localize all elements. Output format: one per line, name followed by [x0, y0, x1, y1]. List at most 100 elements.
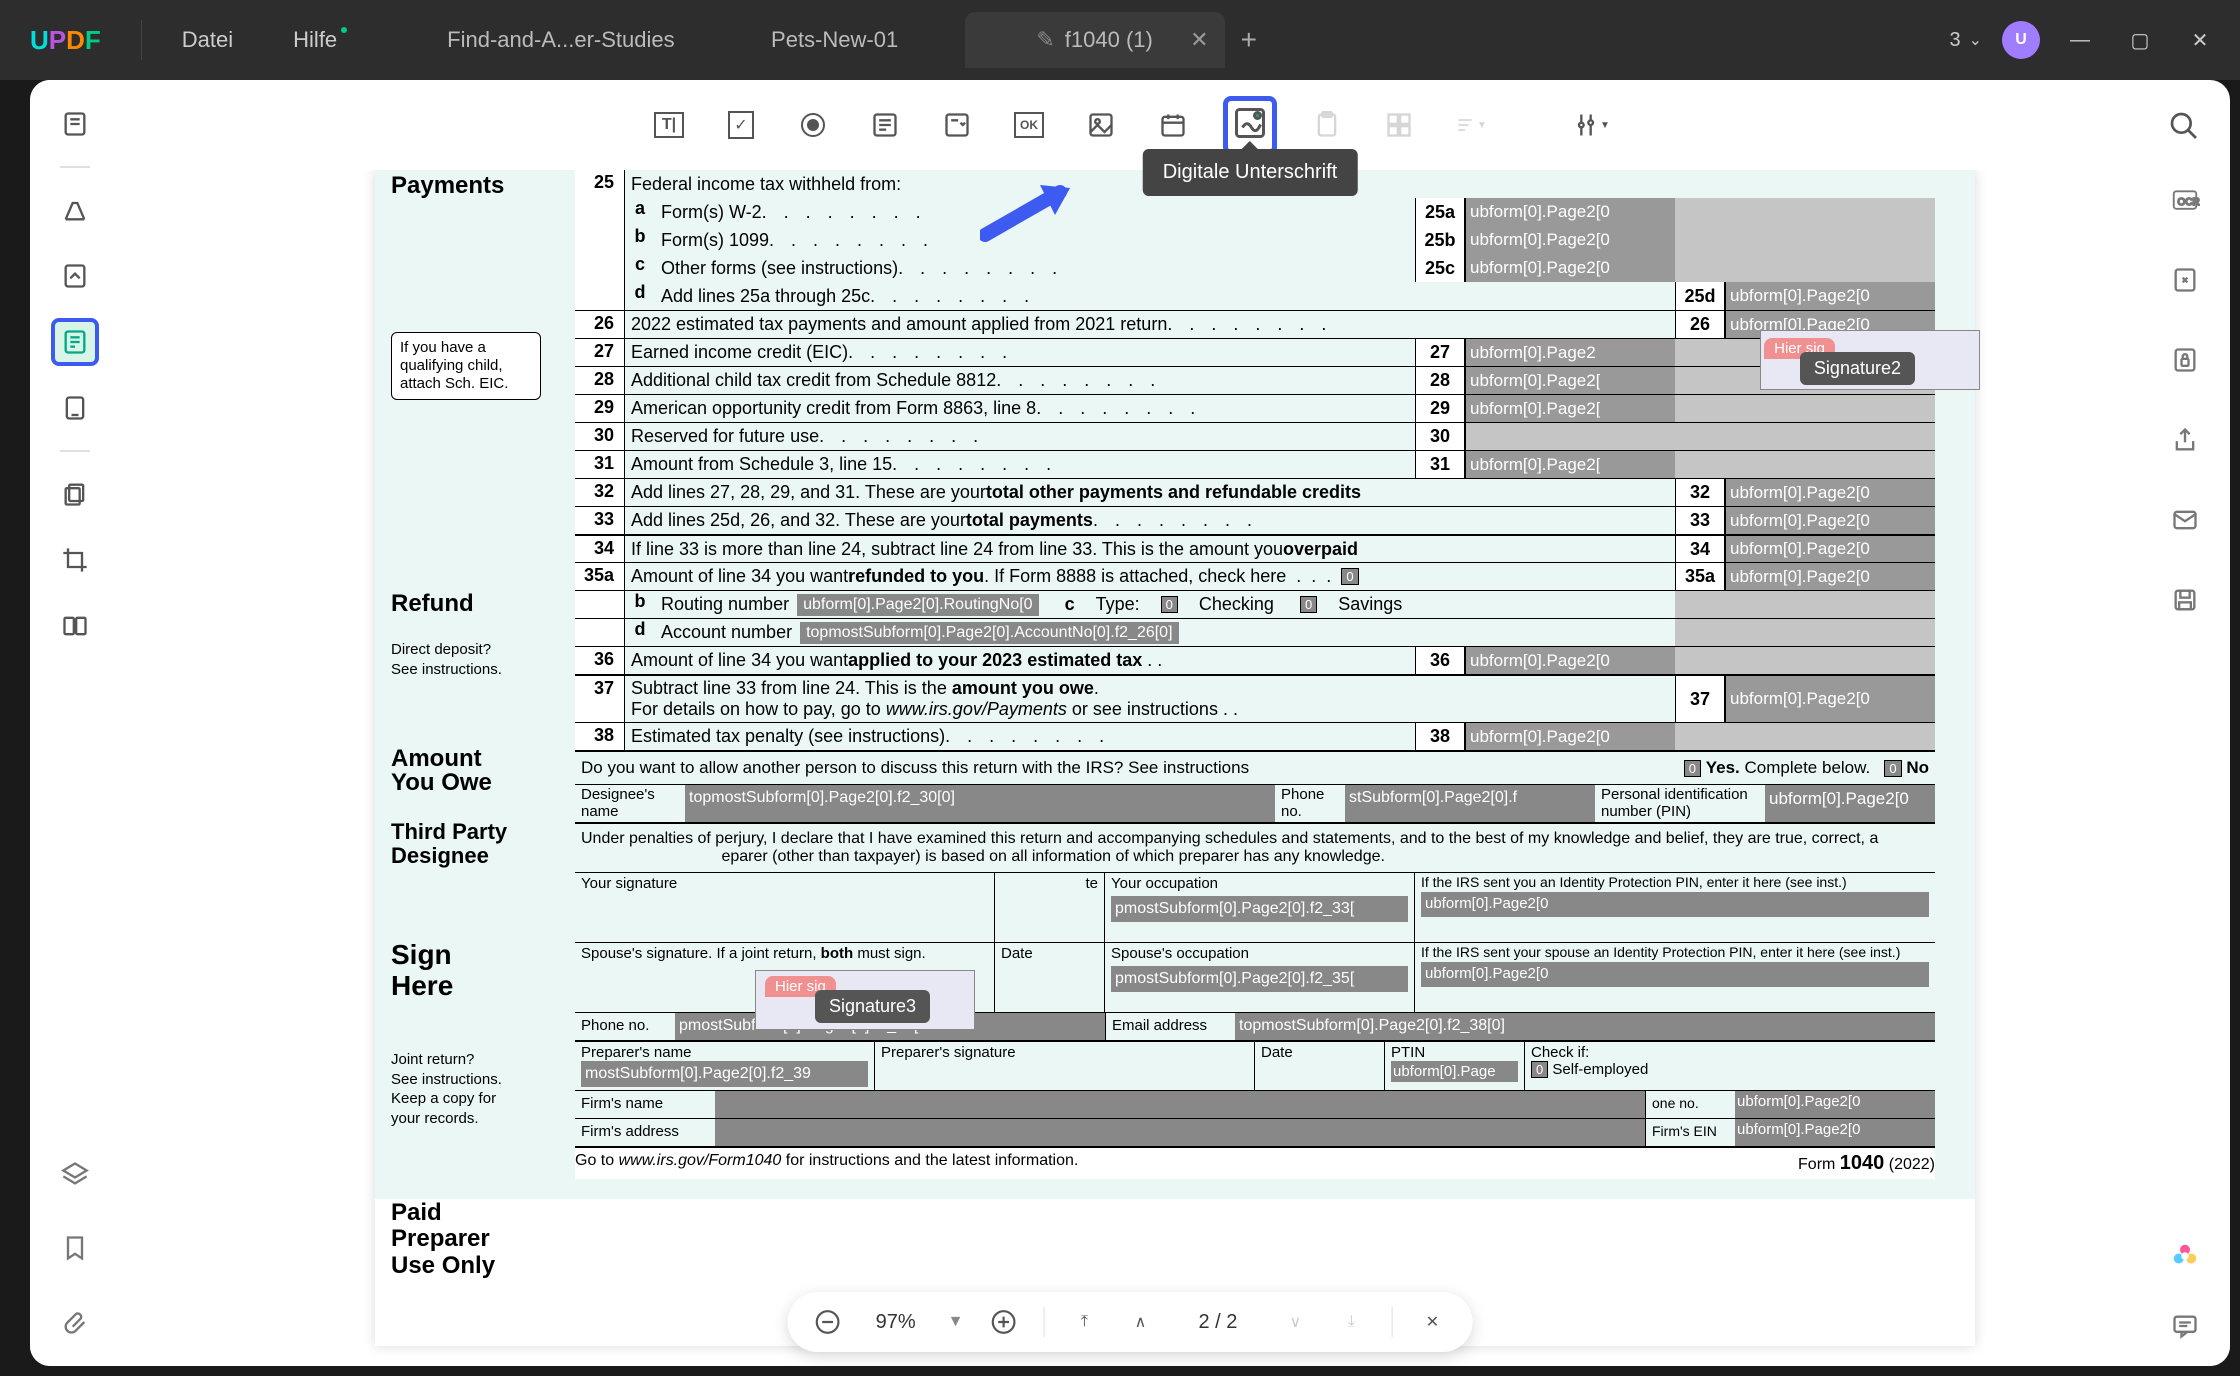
date-field-icon[interactable]: [1151, 103, 1195, 147]
field-35a[interactable]: ubform[0].Page2[0: [1725, 563, 1935, 590]
convert-icon[interactable]: [2165, 260, 2205, 300]
field-account[interactable]: topmostSubform[0].Page2[0].AccountNo[0].…: [800, 622, 1178, 644]
maximize-button[interactable]: ▢: [2120, 20, 2160, 60]
designee-phone-field[interactable]: stSubform[0].Page2[0].f: [1345, 785, 1595, 822]
designee-name-field[interactable]: topmostSubform[0].Page2[0].f2_30[0]: [685, 785, 1275, 822]
next-page-button[interactable]: ∨: [1279, 1306, 1311, 1338]
sidebar-copy-icon[interactable]: [51, 470, 99, 518]
field-29[interactable]: ubform[0].Page2[: [1465, 395, 1675, 422]
line-35d: Account numbertopmostSubform[0].Page2[0]…: [655, 619, 1675, 646]
designee-pin-field[interactable]: ubform[0].Page2[0: [1765, 785, 1935, 822]
radio-icon[interactable]: [791, 103, 835, 147]
sidebar-compare-icon[interactable]: [51, 602, 99, 650]
self-employed-checkbox[interactable]: 0: [1531, 1061, 1548, 1078]
line-36: Amount of line 34 you want applied to yo…: [625, 647, 1415, 674]
button-field-icon[interactable]: OK: [1007, 103, 1051, 147]
field-routing[interactable]: ubform[0].Page2[0].RoutingNo[0: [797, 594, 1038, 616]
text-field-icon[interactable]: T|: [647, 103, 691, 147]
zoom-in-button[interactable]: [987, 1306, 1019, 1338]
order-icon[interactable]: ▼: [1449, 103, 1493, 147]
tab-1[interactable]: Pets-New-01: [705, 12, 965, 68]
document-viewport[interactable]: If you have a qualifying child, attach S…: [120, 170, 2230, 1366]
sidebar-page-icon[interactable]: [51, 384, 99, 432]
flower-icon[interactable]: [2165, 1236, 2205, 1276]
avatar[interactable]: U: [2002, 21, 2040, 59]
ocr-icon[interactable]: OCR: [2165, 180, 2205, 220]
last-page-button[interactable]: ⤓: [1335, 1306, 1367, 1338]
sidebar-attach-icon[interactable]: [51, 1298, 99, 1346]
email-icon[interactable]: [2165, 500, 2205, 540]
first-page-button[interactable]: ⤒: [1068, 1306, 1100, 1338]
field-28[interactable]: ubform[0].Page2[: [1465, 367, 1675, 394]
section-third-party: Third PartyDesignee: [391, 820, 507, 868]
close-pagebar-button[interactable]: ✕: [1416, 1306, 1448, 1338]
zoom-dropdown-icon[interactable]: ▼: [948, 1313, 964, 1331]
dropdown-icon[interactable]: [935, 103, 979, 147]
share-icon[interactable]: [2165, 420, 2205, 460]
occupation-field[interactable]: pmostSubform[0].Page2[0].f2_33[: [1111, 896, 1408, 922]
line-25d: Add lines 25a through 25c: [661, 286, 870, 307]
close-tab-icon[interactable]: ✕: [1190, 27, 1208, 53]
checkbox-icon[interactable]: ✓: [719, 103, 763, 147]
save-icon[interactable]: [2165, 580, 2205, 620]
sidebar-crop-icon[interactable]: [51, 536, 99, 584]
new-tab-button[interactable]: +: [1225, 24, 1273, 56]
no-checkbox[interactable]: 0: [1884, 760, 1901, 777]
prev-page-button[interactable]: ∧: [1124, 1306, 1156, 1338]
sidebar-highlight-icon[interactable]: [51, 186, 99, 234]
align-icon[interactable]: [1377, 103, 1421, 147]
firm-ein-field[interactable]: ubform[0].Page2[0: [1735, 1119, 1935, 1146]
sidebar-layers-icon[interactable]: [51, 1150, 99, 1198]
field-38[interactable]: ubform[0].Page2[0: [1465, 723, 1675, 750]
image-field-icon[interactable]: [1079, 103, 1123, 147]
date-label: te: [995, 873, 1105, 942]
spouse-ip-pin-field[interactable]: ubform[0].Page2[0: [1421, 962, 1929, 987]
firm-name-field[interactable]: [715, 1091, 1645, 1118]
tab-2-label: f1040 (1): [1065, 27, 1153, 53]
sidebar-bookmark-icon[interactable]: [51, 1224, 99, 1272]
field-25c[interactable]: ubform[0].Page2[0: [1465, 254, 1675, 282]
sidebar-annotate-icon[interactable]: [51, 252, 99, 300]
firm-addr-field[interactable]: [715, 1119, 1645, 1146]
email-field[interactable]: topmostSubform[0].Page2[0].f2_38[0]: [1235, 1013, 1935, 1040]
field-25b[interactable]: ubform[0].Page2[0: [1465, 226, 1675, 254]
digital-signature-button[interactable]: Digitale Unterschrift: [1223, 96, 1277, 155]
close-button[interactable]: ✕: [2180, 20, 2220, 60]
ptin-field[interactable]: ubform[0].Page: [1391, 1061, 1518, 1082]
search-icon[interactable]: [2168, 110, 2200, 147]
menu-file[interactable]: Datei: [152, 27, 263, 53]
right-sidebar-bottom: [2140, 1236, 2230, 1346]
comment-icon[interactable]: [2165, 1306, 2205, 1346]
field-27[interactable]: ubform[0].Page2: [1465, 339, 1675, 366]
field-31[interactable]: ubform[0].Page2[: [1465, 451, 1675, 478]
tools-icon[interactable]: ▼: [1569, 103, 1613, 147]
sidebar-form-icon[interactable]: [51, 318, 99, 366]
paste-icon[interactable]: [1305, 103, 1349, 147]
chevron-down-icon[interactable]: ⌄: [1969, 30, 1982, 50]
protect-icon[interactable]: [2165, 340, 2205, 380]
sidebar-thumbnail-icon[interactable]: [51, 100, 99, 148]
tab-0[interactable]: Find-and-A...er-Studies: [417, 12, 704, 68]
spouse-occupation-field[interactable]: pmostSubform[0].Page2[0].f2_35[: [1111, 966, 1408, 992]
field-34[interactable]: ubform[0].Page2[0: [1725, 536, 1935, 562]
ip-pin-field[interactable]: ubform[0].Page2[0: [1421, 892, 1929, 917]
tab-2[interactable]: ✎ f1040 (1) ✕: [965, 12, 1225, 68]
preparer-name-field[interactable]: mostSubform[0].Page2[0].f2_39: [581, 1061, 868, 1087]
field-36[interactable]: ubform[0].Page2[0: [1465, 647, 1675, 674]
menu-help[interactable]: Hilfe: [263, 27, 377, 53]
field-25a[interactable]: ubform[0].Page2[0: [1465, 198, 1675, 226]
field-37[interactable]: ubform[0].Page2[0: [1725, 676, 1935, 722]
listbox-icon[interactable]: [863, 103, 907, 147]
zoom-level[interactable]: 97%: [868, 1311, 924, 1334]
section-amount-owe: AmountYou Owe: [391, 747, 492, 795]
firm-ein-label: Firm's EIN: [1645, 1119, 1735, 1146]
field-33[interactable]: ubform[0].Page2[0: [1725, 507, 1935, 534]
page-indicator[interactable]: 2 / 2: [1180, 1311, 1255, 1334]
zoom-out-button[interactable]: [812, 1306, 844, 1338]
field-25d[interactable]: ubform[0].Page2[0: [1725, 282, 1935, 310]
yes-checkbox[interactable]: 0: [1684, 760, 1701, 777]
minimize-button[interactable]: —: [2060, 20, 2100, 60]
field-32[interactable]: ubform[0].Page2[0: [1725, 479, 1935, 506]
firm-phone-field[interactable]: ubform[0].Page2[0: [1735, 1091, 1935, 1118]
line-34: If line 33 is more than line 24, subtrac…: [625, 536, 1415, 562]
